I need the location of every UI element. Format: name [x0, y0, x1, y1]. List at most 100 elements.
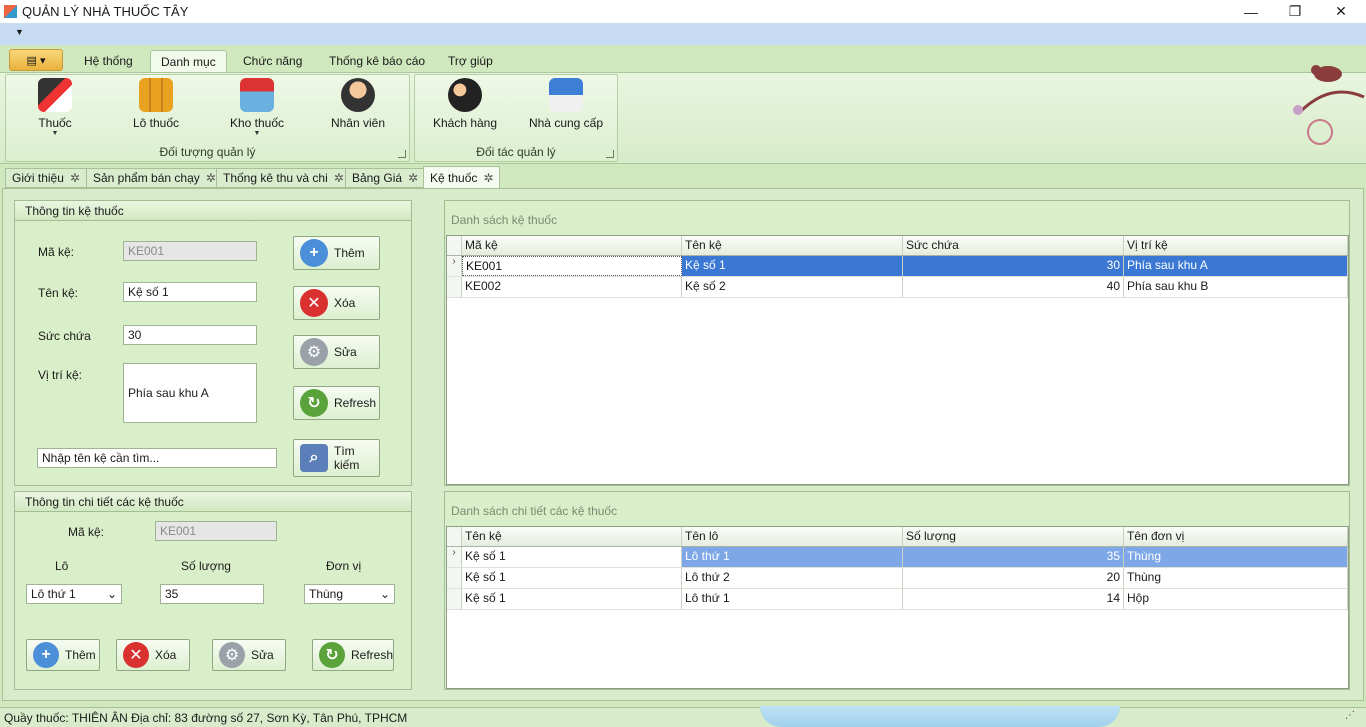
- ribbon-button-kho-thuoc[interactable]: Kho thuốc ▼: [222, 78, 292, 142]
- detail-ma-ke-label: Mã kệ:: [68, 525, 105, 539]
- cell[interactable]: Kệ số 1: [462, 568, 682, 588]
- cell[interactable]: 40: [903, 277, 1124, 297]
- doc-tab-gioi-thieu[interactable]: Giới thiệu ✲: [5, 168, 87, 188]
- cell[interactable]: 14: [903, 589, 1124, 609]
- dialog-launcher-icon[interactable]: [606, 150, 614, 158]
- close-tab-icon[interactable]: ✲: [70, 171, 80, 185]
- close-tab-icon[interactable]: ✲: [408, 171, 418, 185]
- add-shelf-button[interactable]: + Thêm: [293, 236, 380, 270]
- lo-select[interactable]: Lô thứ 1 ⌄: [26, 584, 122, 604]
- cell[interactable]: 30: [903, 256, 1124, 276]
- cell[interactable]: Phía sau khu A: [1124, 256, 1348, 276]
- table-row[interactable]: › Kệ số 1 Lô thứ 1 35 Thùng: [447, 547, 1348, 568]
- delete-shelf-button[interactable]: ✕ Xóa: [293, 286, 380, 320]
- edit-detail-button[interactable]: ⚙ Sửa: [212, 639, 286, 671]
- chevron-down-icon: ⌄: [106, 587, 117, 601]
- col-header-so-luong[interactable]: Số lượng: [903, 527, 1124, 546]
- cell[interactable]: KE001: [462, 256, 682, 276]
- ten-ke-input[interactable]: Kệ số 1: [123, 282, 257, 302]
- cell[interactable]: Hộp: [1124, 589, 1348, 609]
- quick-access-toolbar: ▼: [0, 23, 1366, 45]
- doc-tab-thong-ke-thu-chi[interactable]: Thống kê thu và chi ✲: [216, 168, 351, 188]
- ma-ke-input[interactable]: KE001: [123, 241, 257, 261]
- panel-title: Danh sách kệ thuốc: [451, 213, 558, 227]
- table-row[interactable]: KE002 Kệ số 2 40 Phía sau khu B: [447, 277, 1348, 298]
- so-luong-input[interactable]: 35: [160, 584, 264, 604]
- cell[interactable]: 35: [903, 547, 1124, 567]
- search-shelf-input[interactable]: Nhập tên kệ cần tìm...: [37, 448, 277, 468]
- cell[interactable]: Kệ số 2: [682, 277, 903, 297]
- row-header-corner: [447, 527, 462, 546]
- ribbon-button-label: Lô thuốc: [132, 116, 180, 130]
- close-tab-icon[interactable]: ✲: [206, 171, 216, 185]
- delete-detail-button[interactable]: ✕ Xóa: [116, 639, 190, 671]
- shelf-grid[interactable]: Mã kệ Tên kệ Sức chứa Vị trí kệ › KE001 …: [446, 235, 1349, 485]
- cell[interactable]: Lô thứ 1: [682, 547, 903, 567]
- ribbon-button-lo-thuoc[interactable]: Lô thuốc: [121, 78, 191, 142]
- doc-tab-bang-gia[interactable]: Bảng Giá ✲: [345, 168, 426, 188]
- col-header-ma-ke[interactable]: Mã kệ: [462, 236, 682, 255]
- don-vi-select[interactable]: Thùng ⌄: [304, 584, 395, 604]
- cell[interactable]: Thùng: [1124, 568, 1348, 588]
- cell[interactable]: Kệ số 1: [462, 547, 682, 567]
- tab-thong-ke-bao-cao[interactable]: Thống kê báo cáo: [319, 50, 435, 72]
- store-icon: [240, 78, 274, 112]
- doc-tab-ke-thuoc[interactable]: Kệ thuốc ✲: [423, 166, 501, 188]
- refresh-detail-button[interactable]: ↻ Refresh: [312, 639, 394, 671]
- ribbon-button-nha-cung-cap[interactable]: Nhà cung cấp: [528, 78, 604, 142]
- refresh-shelf-button[interactable]: ↻ Refresh: [293, 386, 380, 420]
- col-header-ten-ke[interactable]: Tên kệ: [682, 236, 903, 255]
- delivery-icon: [549, 78, 583, 112]
- cell[interactable]: Lô thứ 1: [682, 589, 903, 609]
- ribbon-button-label: Nhà cung cấp: [528, 116, 604, 130]
- cell[interactable]: Phía sau khu B: [1124, 277, 1348, 297]
- row-selector-icon: ›: [447, 256, 462, 276]
- detail-ma-ke-input[interactable]: KE001: [155, 521, 277, 541]
- plus-icon: +: [33, 642, 59, 668]
- close-tab-icon[interactable]: ✲: [483, 171, 493, 185]
- suc-chua-input[interactable]: 30: [123, 325, 257, 345]
- cell[interactable]: 20: [903, 568, 1124, 588]
- col-header-ten-lo[interactable]: Tên lô: [682, 527, 903, 546]
- suc-chua-label: Sức chứa: [38, 329, 91, 343]
- col-header-ten-don-vi[interactable]: Tên đơn vị: [1124, 527, 1348, 546]
- dialog-launcher-icon[interactable]: [398, 150, 406, 158]
- tab-tro-giup[interactable]: Trợ giúp: [438, 50, 503, 72]
- cell[interactable]: Lô thứ 2: [682, 568, 903, 588]
- ribbon-button-thuoc[interactable]: Thuốc ▼: [20, 78, 90, 142]
- detail-grid[interactable]: Tên kệ Tên lô Số lượng Tên đơn vị › Kệ s…: [446, 526, 1349, 689]
- col-header-suc-chua[interactable]: Sức chứa: [903, 236, 1124, 255]
- close-tab-icon[interactable]: ✲: [334, 171, 344, 185]
- tab-danh-muc[interactable]: Danh mục: [150, 50, 227, 72]
- search-shelf-button[interactable]: ⌕ Tìm kiếm: [293, 439, 380, 477]
- edit-shelf-button[interactable]: ⚙ Sửa: [293, 335, 380, 369]
- close-button[interactable]: ✕: [1318, 0, 1364, 23]
- tab-chuc-nang[interactable]: Chức năng: [233, 50, 312, 72]
- cell[interactable]: KE002: [462, 277, 682, 297]
- cell[interactable]: Kệ số 1: [682, 256, 903, 276]
- status-text: Quầy thuốc: THIÊN ÂN Địa chỉ: 83 đường s…: [4, 711, 408, 725]
- gear-icon: ⚙: [300, 338, 328, 366]
- refresh-icon: ↻: [300, 389, 328, 417]
- table-row[interactable]: › KE001 Kệ số 1 30 Phía sau khu A: [447, 256, 1348, 277]
- minimize-button[interactable]: —: [1228, 0, 1274, 23]
- medicine-capsule-icon: [38, 78, 72, 112]
- table-row[interactable]: Kệ số 1 Lô thứ 2 20 Thùng: [447, 568, 1348, 589]
- add-detail-button[interactable]: + Thêm: [26, 639, 100, 671]
- tab-he-thong[interactable]: Hệ thống: [74, 50, 143, 72]
- doc-tab-san-pham-ban-chay[interactable]: Sản phẩm bán chạy ✲: [86, 168, 223, 188]
- resize-grip-icon[interactable]: ⋰: [1345, 710, 1355, 721]
- cell[interactable]: Thùng: [1124, 547, 1348, 567]
- col-header-ten-ke[interactable]: Tên kệ: [462, 527, 682, 546]
- customize-qat-icon[interactable]: ▼: [15, 27, 24, 37]
- application-menu-button[interactable]: ▤ ▾: [9, 49, 63, 71]
- table-row[interactable]: Kệ số 1 Lô thứ 1 14 Hộp: [447, 589, 1348, 610]
- app-icon: [4, 5, 17, 18]
- cell[interactable]: Kệ số 1: [462, 589, 682, 609]
- bird-decoration-icon: [1293, 65, 1365, 145]
- ribbon-button-nhan-vien[interactable]: Nhân viên: [323, 78, 393, 142]
- vi-tri-textarea[interactable]: Phía sau khu A: [123, 363, 257, 423]
- restore-button[interactable]: ❐: [1272, 0, 1318, 23]
- col-header-vi-tri[interactable]: Vị trí kệ: [1124, 236, 1348, 255]
- ribbon-button-khach-hang[interactable]: Khách hàng: [430, 78, 500, 142]
